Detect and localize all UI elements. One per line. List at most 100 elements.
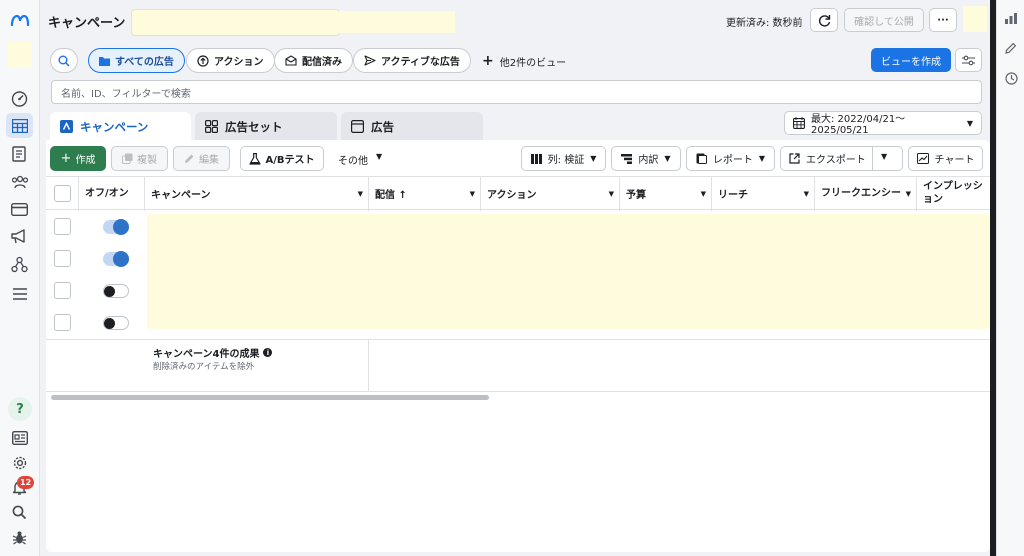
split-divider bbox=[872, 147, 873, 170]
tab-label: キャンペーン bbox=[80, 119, 149, 134]
account-name-redacted bbox=[339, 11, 455, 33]
campaigns-panel: + 作成 複製 編集 A/Bテスト その他 ▼ 列: 検証 ▼ 内訳 ▼ レポー… bbox=[46, 140, 990, 552]
info-icon[interactable]: i bbox=[263, 348, 273, 357]
columns-icon bbox=[530, 153, 542, 164]
search-icon[interactable] bbox=[6, 500, 33, 525]
view-all-ads[interactable]: すべての広告 bbox=[88, 48, 185, 73]
chart-label: チャート bbox=[934, 155, 975, 166]
pencil-icon bbox=[184, 153, 195, 164]
view-delivered[interactable]: 配信済み bbox=[274, 48, 353, 73]
other-label: その他 bbox=[338, 156, 368, 167]
tab-ads[interactable]: 広告 bbox=[341, 112, 483, 141]
select-all-header bbox=[46, 176, 78, 210]
horizontal-scrollbar[interactable] bbox=[51, 395, 489, 400]
date-range-label: 最大: 2022/04/21～2025/05/21 bbox=[811, 114, 906, 136]
account-selector[interactable] bbox=[131, 9, 340, 36]
date-range-picker[interactable]: 最大: 2022/04/21～2025/05/21 ▼ bbox=[784, 111, 982, 136]
view-label: アクション bbox=[214, 57, 264, 68]
view-label: 配信済み bbox=[302, 57, 342, 68]
news-icon[interactable] bbox=[6, 425, 33, 450]
column-header-campaign[interactable]: キャンペーン ▼ bbox=[144, 176, 368, 210]
ab-test-label: A/Bテスト bbox=[265, 155, 315, 166]
megaphone-icon[interactable] bbox=[6, 224, 33, 249]
billing-card-icon[interactable] bbox=[6, 197, 33, 222]
create-label: 作成 bbox=[75, 155, 96, 166]
column-label: キャンペーン bbox=[151, 189, 211, 201]
events-manager-icon[interactable] bbox=[6, 252, 33, 277]
columns-dropdown[interactable]: 列: 検証 ▼ bbox=[521, 146, 606, 171]
create-view-button[interactable]: ビューを作成 bbox=[871, 48, 951, 72]
column-label: 予算 bbox=[626, 189, 646, 201]
chevron-down-icon: ▼ bbox=[664, 154, 671, 163]
row-checkbox[interactable] bbox=[54, 218, 71, 235]
notification-count-badge: 12 bbox=[17, 476, 35, 489]
column-header-reach[interactable]: リーチ ▼ bbox=[711, 176, 814, 210]
edit-pencil-icon[interactable] bbox=[1003, 40, 1019, 56]
help-icon[interactable]: ? bbox=[8, 397, 32, 421]
account-avatar[interactable] bbox=[8, 42, 32, 68]
tab-campaigns[interactable]: キャンペーン bbox=[50, 112, 191, 141]
breakdown-label: 内訳 bbox=[638, 155, 659, 166]
send-icon bbox=[364, 55, 376, 66]
settings-gear-icon[interactable] bbox=[6, 450, 33, 475]
export-chevron-down-icon[interactable]: ▼ bbox=[881, 152, 887, 161]
right-rail bbox=[996, 0, 1024, 556]
view-actions[interactable]: アクション bbox=[186, 48, 275, 73]
chevron-down-icon: ▼ bbox=[357, 190, 363, 198]
search-input[interactable]: 名前、ID、フィルターで検索 bbox=[51, 80, 982, 104]
reports-dropdown[interactable]: レポート ▼ bbox=[686, 146, 775, 171]
bug-report-icon[interactable] bbox=[6, 525, 33, 550]
audiences-icon[interactable] bbox=[6, 169, 33, 194]
sliders-icon bbox=[962, 55, 975, 66]
dashboard-icon[interactable] bbox=[6, 86, 33, 111]
pages-icon[interactable] bbox=[6, 141, 33, 166]
ads-manager-table-icon[interactable] bbox=[6, 113, 33, 138]
on-off-toggle[interactable] bbox=[103, 219, 129, 235]
on-off-toggle[interactable] bbox=[103, 251, 129, 267]
report-icon bbox=[696, 153, 707, 164]
columns-label: 列: 検証 bbox=[547, 155, 585, 166]
all-tools-menu-icon[interactable] bbox=[6, 281, 33, 306]
chevron-down-icon: ▼ bbox=[608, 190, 614, 198]
page-title: キャンペーン bbox=[48, 16, 126, 31]
edit-button[interactable]: 編集 bbox=[173, 146, 230, 171]
column-header-toggle[interactable]: オフ/オン bbox=[78, 176, 144, 210]
breakdown-dropdown[interactable]: 内訳 ▼ bbox=[611, 146, 681, 171]
search-icon bbox=[58, 55, 70, 67]
meta-logo-icon[interactable] bbox=[6, 8, 33, 33]
other-dropdown[interactable]: その他 ▼ bbox=[338, 152, 382, 167]
refresh-button[interactable] bbox=[810, 8, 838, 32]
duplicate-button[interactable]: 複製 bbox=[111, 146, 168, 171]
select-all-checkbox[interactable] bbox=[53, 184, 71, 202]
row-checkbox[interactable] bbox=[54, 250, 71, 267]
view-search-button[interactable] bbox=[50, 48, 78, 73]
view-label: アクティブな広告 bbox=[381, 57, 460, 68]
review-and-publish-button[interactable]: 確認して公開 bbox=[844, 8, 924, 32]
create-button[interactable]: + 作成 bbox=[50, 146, 106, 171]
more-options-button[interactable]: ··· bbox=[929, 8, 957, 32]
history-clock-icon[interactable] bbox=[1003, 70, 1019, 86]
column-header-impressions[interactable]: インプレッション bbox=[916, 176, 990, 210]
view-active-ads[interactable]: アクティブな広告 bbox=[353, 48, 471, 73]
column-label: アクション bbox=[487, 189, 537, 201]
chart-icon bbox=[916, 153, 929, 164]
column-header-delivery[interactable]: 配信 ↑ ▼ bbox=[368, 176, 480, 210]
on-off-toggle[interactable] bbox=[103, 284, 129, 298]
insights-bar-chart-icon[interactable] bbox=[1003, 10, 1019, 26]
column-header-frequency[interactable]: フリークエンシー ▼ bbox=[814, 176, 916, 210]
summary-row: キャンペーン4件の成果 i bbox=[153, 345, 273, 360]
chart-button[interactable]: チャート bbox=[908, 146, 983, 171]
customize-views-button[interactable] bbox=[955, 48, 982, 72]
redacted-campaign-rows bbox=[147, 214, 990, 329]
row-checkbox[interactable] bbox=[54, 282, 71, 299]
tab-adsets[interactable]: 広告セット bbox=[195, 112, 337, 141]
more-views-link[interactable]: + 他2件のビュー bbox=[482, 53, 566, 69]
row-checkbox[interactable] bbox=[54, 314, 71, 331]
on-off-toggle[interactable] bbox=[103, 316, 129, 330]
left-navigation: ? 12 bbox=[0, 0, 40, 556]
ab-test-button[interactable]: A/Bテスト bbox=[240, 146, 324, 171]
column-header-budget[interactable]: 予算 ▼ bbox=[619, 176, 711, 210]
action-icon bbox=[197, 54, 209, 67]
column-header-actions[interactable]: アクション ▼ bbox=[480, 176, 619, 210]
profile-avatar[interactable] bbox=[963, 6, 987, 32]
